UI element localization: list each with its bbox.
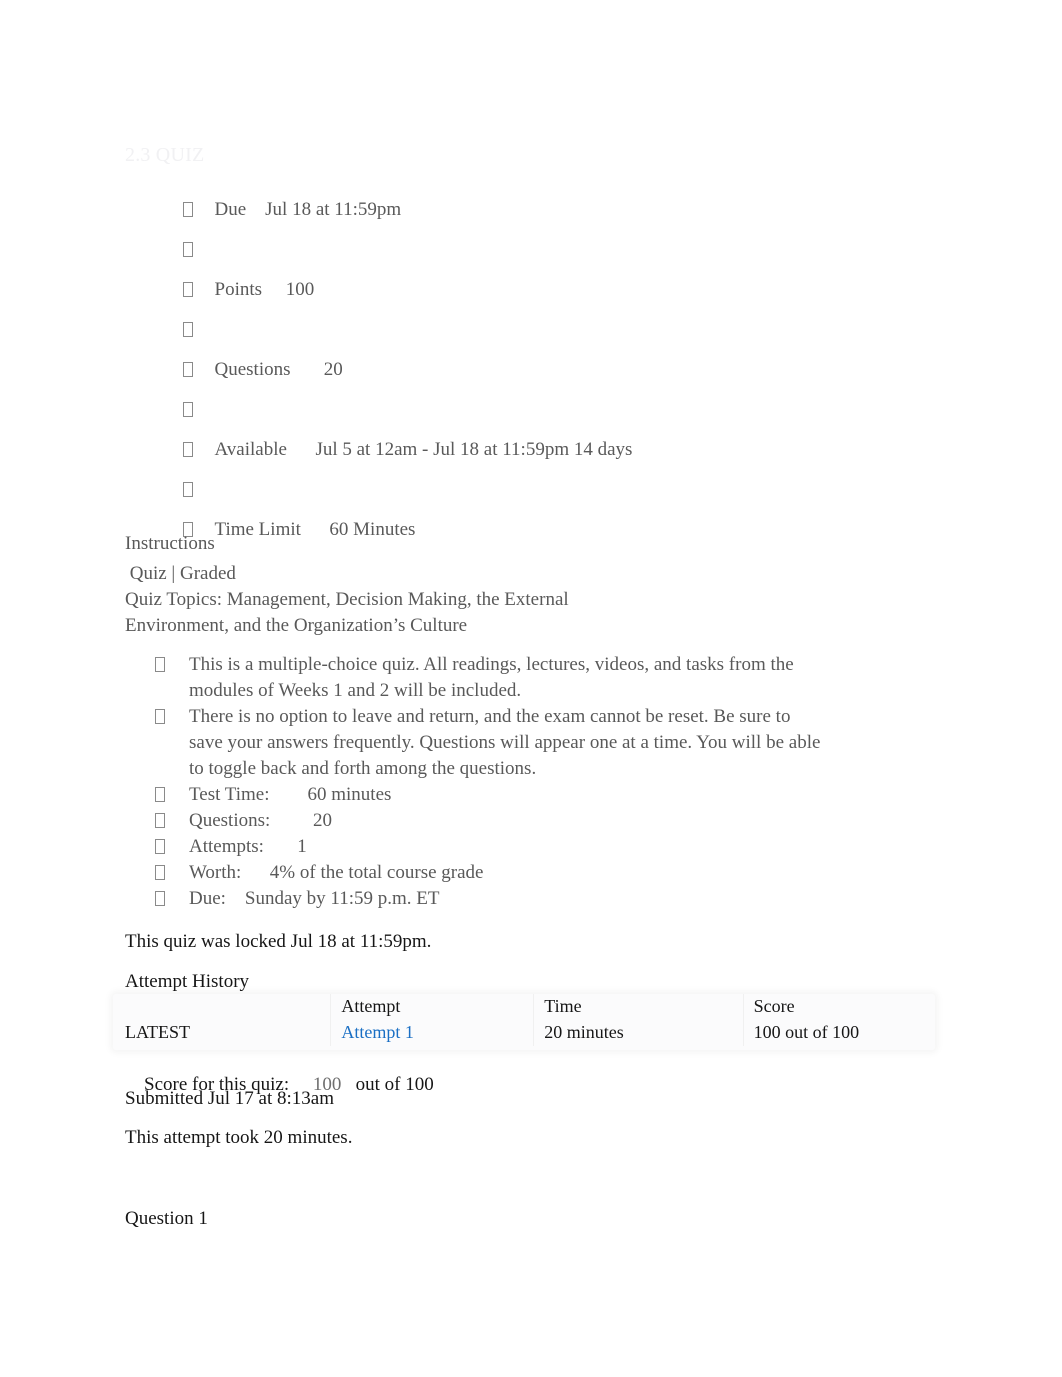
submitted-timestamp: Submitted Jul 17 at 8:13am [125,1088,334,1109]
table-body: LATEST Attempt 1 20 minutes 100 out of 1… [113,1020,935,1046]
list-item-text: There is no option to leave and return, … [189,706,821,779]
instructions-list: This is a multiple-choice quiz. All read… [125,652,825,912]
list-item: This is a multiple-choice quiz. All read… [125,652,825,704]
attempt-history-table: Attempt Time Score LATEST Attempt 1 20 m… [113,994,935,1046]
list-bullet-icon [155,657,165,672]
meta-row: Time Limit 60 Minutes [125,488,925,540]
list-item-text: Due: Sunday by 11:59 p.m. ET [189,888,440,909]
column-header-time: Time [533,994,744,1020]
list-bullet-icon [155,865,165,880]
list-item-text: This is a multiple-choice quiz. All read… [189,654,794,701]
column-header-blank [113,994,331,1020]
attempt-history-heading: Attempt History [125,971,250,992]
meta-row: Questions 20 [125,328,925,380]
list-bullet-icon [155,891,165,906]
list-item-text: Questions: 20 [189,810,333,831]
intro-line: Environment, and the Organization’s Cult… [125,615,468,636]
list-bullet-icon [182,482,193,497]
document-page: 2.3 QUIZ Due Jul 18 at 11:59pm Points 10… [0,0,1062,1377]
column-header-attempt: Attempt [330,994,534,1020]
quiz-locked-note: This quiz was locked Jul 18 at 11:59pm. [125,931,432,952]
score-out-of: out of 100 [355,1074,434,1095]
question-heading: Question 1 [125,1208,208,1229]
attempt-duration: This attempt took 20 minutes. [125,1127,353,1148]
meta-row: Due Jul 18 at 11:59pm [125,168,925,220]
meta-row: Points 100 [125,248,925,300]
list-bullet-icon [182,402,193,417]
meta-row-text: Available Jul 5 at 12am - Jul 18 at 11:5… [214,439,633,460]
list-bullet-icon [182,362,193,377]
meta-row-text: Points 100 [214,279,315,300]
quiz-metadata-list: Due Jul 18 at 11:59pm Points 100 Questio… [125,168,925,540]
meta-row-text: Time Limit 60 Minutes [214,519,416,540]
list-item: Due: Sunday by 11:59 p.m. ET [125,886,825,912]
list-bullet-icon [182,442,193,457]
list-bullet-icon [155,709,165,724]
column-header-score: Score [742,994,935,1020]
row-time-cell: 20 minutes [533,1020,744,1046]
row-latest-label: LATEST [125,1022,190,1042]
intro-line: Quiz | Graded [125,563,236,584]
table-row: LATEST Attempt 1 20 minutes 100 out of 1… [113,1020,935,1046]
meta-row: Available Jul 5 at 12am - Jul 18 at 11:5… [125,408,925,460]
list-bullet-icon [182,322,193,337]
list-bullet-icon [155,787,165,802]
list-item: Attempts: 1 [125,834,825,860]
list-bullet-icon [182,202,193,217]
intro-line: Quiz Topics: Management, Decision Making… [125,589,569,610]
instructions-intro: Quiz | Graded Quiz Topics: Management, D… [125,561,885,639]
list-item: There is no option to leave and return, … [125,704,825,782]
list-item-text: Attempts: 1 [189,836,307,857]
list-item: Test Time: 60 minutes [125,782,825,808]
list-item: Worth: 4% of the total course grade [125,860,825,886]
list-bullet-icon [182,282,193,297]
row-attempt-cell: Attempt 1 [330,1020,534,1046]
table-header: Attempt Time Score [113,994,935,1020]
list-item-text: Worth: 4% of the total course grade [189,862,484,883]
list-item-text: Test Time: 60 minutes [189,784,392,805]
table-header-row: Attempt Time Score [113,994,935,1020]
list-bullet-icon [155,839,165,854]
row-score-cell: 100 out of 100 [742,1020,935,1046]
attempt-1-link[interactable]: Attempt 1 [341,1022,414,1042]
list-item: Questions: 20 [125,808,825,834]
list-bullet-icon [182,242,193,257]
meta-row-text: Due Jul 18 at 11:59pm [214,199,402,220]
instructions-heading: Instructions [125,533,215,554]
list-bullet-icon [155,813,165,828]
meta-row-text: Questions 20 [214,359,343,380]
attempt-history-panel: Attempt Time Score LATEST Attempt 1 20 m… [113,994,935,1050]
score-for-this-quiz: Score for this quiz: 100 out of 100 [125,1046,434,1124]
page-title: 2.3 QUIZ [125,144,205,166]
